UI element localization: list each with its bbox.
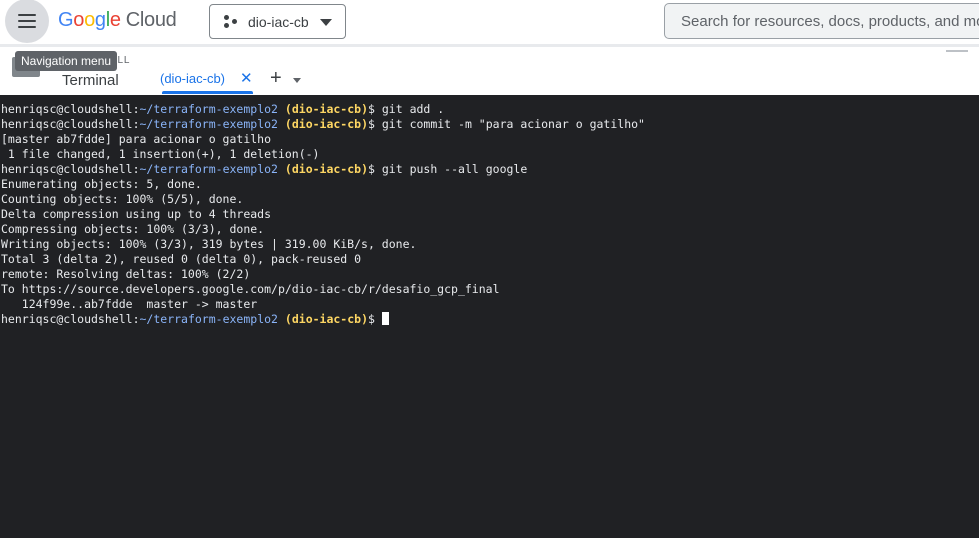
- panel-resize-handle[interactable]: [946, 50, 968, 52]
- cloud-shell-tab-bar: ELL Terminal (dio-iac-cb) ✕ +: [0, 47, 979, 95]
- terminal-output: henriqsc@cloudshell:~/terraform-exemplo2…: [1, 102, 645, 327]
- prompt-user: henriqsc@cloudshell: [1, 117, 133, 131]
- prompt-symbol: $: [368, 102, 382, 116]
- prompt-user: henriqsc@cloudshell: [1, 312, 133, 326]
- prompt-symbol: $: [368, 312, 382, 326]
- terminal-output-line: Compressing objects: 100% (3/3), done.: [1, 222, 265, 236]
- chevron-down-icon[interactable]: [293, 78, 301, 83]
- terminal-panel[interactable]: henriqsc@cloudshell:~/terraform-exemplo2…: [0, 95, 979, 538]
- tab-label: (dio-iac-cb): [160, 71, 226, 86]
- terminal-output-line: Total 3 (delta 2), reused 0 (delta 0), p…: [1, 252, 362, 266]
- project-hub-icon: [224, 15, 238, 29]
- terminal-prompt-line: henriqsc@cloudshell:~/terraform-exemplo2…: [1, 117, 645, 132]
- search-box[interactable]: [664, 3, 979, 39]
- add-tab-button[interactable]: +: [270, 67, 282, 90]
- terminal-output-line: To https://source.developers.google.com/…: [1, 282, 500, 296]
- terminal-output-line: Enumerating objects: 5, done.: [1, 177, 202, 191]
- navigation-menu-button[interactable]: [5, 0, 49, 43]
- navigation-menu-tooltip: Navigation menu: [15, 51, 118, 71]
- logo-letter: o: [84, 9, 95, 31]
- prompt-symbol: $: [368, 162, 382, 176]
- prompt-separator: :: [132, 162, 140, 176]
- terminal-output-line: Delta compression using up to 4 threads: [1, 207, 272, 221]
- terminal-cursor: [381, 312, 389, 325]
- close-icon[interactable]: ✕: [240, 69, 253, 87]
- terminal-prompt-line: henriqsc@cloudshell:~/terraform-exemplo2…: [1, 102, 645, 117]
- hamburger-menu-icon: [18, 14, 36, 28]
- terminal-prompt-line: henriqsc@cloudshell:~/terraform-exemplo2…: [1, 162, 645, 177]
- google-cloud-logo[interactable]: Go o g l e Cloud: [58, 9, 177, 33]
- terminal-command: git add .: [381, 102, 445, 116]
- chevron-down-icon: [320, 19, 332, 26]
- search-input[interactable]: [665, 4, 979, 38]
- prompt-separator: :: [132, 102, 140, 116]
- prompt-project: (dio-iac-cb): [284, 162, 369, 176]
- prompt-symbol: $: [368, 117, 382, 131]
- project-name: dio-iac-cb: [248, 14, 309, 30]
- logo-cloud-word: Cloud: [125, 9, 177, 31]
- active-tab-indicator: [162, 91, 253, 94]
- prompt-path: ~/terraform-exemplo2: [139, 117, 278, 131]
- terminal-title: Terminal: [62, 72, 119, 89]
- logo-letter: G: [58, 9, 74, 31]
- project-picker-button[interactable]: dio-iac-cb: [209, 4, 346, 39]
- prompt-path: ~/terraform-exemplo2: [139, 312, 278, 326]
- terminal-output-line: 1 file changed, 1 insertion(+), 1 deleti…: [1, 147, 320, 161]
- logo-letter: g: [94, 9, 106, 31]
- terminal-prompt-line: henriqsc@cloudshell:~/terraform-exemplo2…: [1, 312, 645, 327]
- terminal-output-line: Writing objects: 100% (3/3), 319 bytes |…: [1, 237, 417, 251]
- prompt-user: henriqsc@cloudshell: [1, 162, 133, 176]
- prompt-path: ~/terraform-exemplo2: [139, 162, 278, 176]
- prompt-project: (dio-iac-cb): [284, 117, 369, 131]
- terminal-output-line: Counting objects: 100% (5/5), done.: [1, 192, 244, 206]
- prompt-separator: :: [132, 117, 140, 131]
- top-bar: Go o g l e Cloud dio-iac-cb: [0, 0, 979, 44]
- logo-letter: o: [73, 9, 85, 31]
- terminal-output-line: 124f99e..ab7fdde master -> master: [1, 297, 258, 311]
- prompt-path: ~/terraform-exemplo2: [139, 102, 278, 116]
- terminal-command: git push --all google: [381, 162, 528, 176]
- prompt-separator: :: [132, 312, 140, 326]
- logo-letter: e: [109, 9, 121, 31]
- terminal-output-line: remote: Resolving deltas: 100% (2/2): [1, 267, 251, 281]
- prompt-project: (dio-iac-cb): [284, 102, 369, 116]
- terminal-command: git commit -m "para acionar o gatilho": [381, 117, 645, 131]
- terminal-output-line: [master ab7fdde] para acionar o gatilho: [1, 132, 272, 146]
- prompt-user: henriqsc@cloudshell: [1, 102, 133, 116]
- prompt-project: (dio-iac-cb): [284, 312, 369, 326]
